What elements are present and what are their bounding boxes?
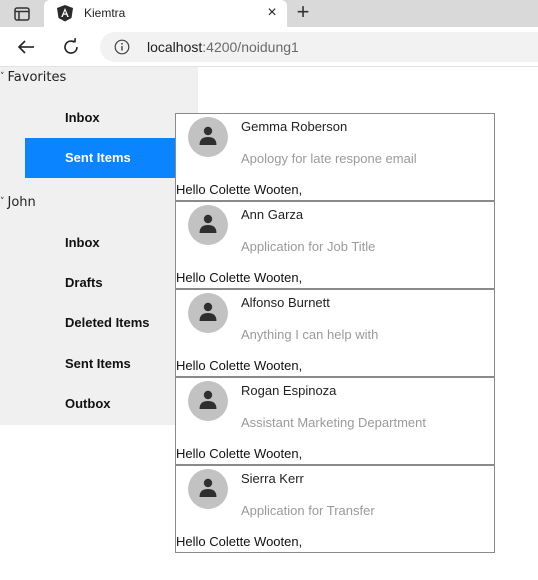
browser-tab[interactable]: Kiemtra ×: [44, 0, 287, 27]
group-favorites[interactable]: ˅ Favorites: [0, 70, 66, 85]
person-icon: [199, 478, 217, 497]
browser-toolbar: localhost:4200/noidung1: [0, 27, 538, 67]
url-text: localhost:4200/noidung1: [147, 39, 299, 55]
url-path: :4200/noidung1: [202, 39, 299, 55]
email-list-item[interactable]: Ann Garza Application for Job Title Hell…: [175, 201, 495, 289]
email-sender: Gemma Roberson: [241, 119, 348, 134]
person-icon: [199, 302, 217, 321]
avatar: [188, 293, 228, 333]
group-john[interactable]: ˅ John: [0, 195, 36, 210]
avatar: [188, 381, 228, 421]
email-list-item[interactable]: Rogan Espinoza Assistant Marketing Depar…: [175, 377, 495, 465]
group-label: John: [7, 195, 36, 210]
folder-item-favorites-sent-items[interactable]: Sent Items: [25, 138, 200, 178]
info-icon[interactable]: [114, 39, 130, 55]
person-icon: [199, 214, 217, 233]
url-host: localhost: [147, 39, 203, 55]
angular-logo-icon: [56, 4, 74, 22]
email-preview: Hello Colette Wooten,: [176, 446, 303, 461]
folder-label: Outbox: [65, 396, 111, 411]
avatar: [188, 205, 228, 245]
back-arrow-icon[interactable]: [14, 35, 38, 59]
avatar: [188, 469, 228, 509]
tab-strip: Kiemtra × +: [0, 0, 538, 27]
folder-item-john-inbox[interactable]: Inbox: [25, 223, 200, 263]
email-preview: Hello Colette Wooten,: [176, 534, 303, 549]
folder-item-john-drafts[interactable]: Drafts: [25, 263, 200, 303]
reload-icon[interactable]: [59, 35, 83, 59]
email-subject: Assistant Marketing Department: [241, 415, 426, 430]
folder-item-john-deleted-items[interactable]: Deleted Items: [25, 303, 200, 343]
chevron-down-icon: ˅: [0, 197, 5, 207]
email-list-item[interactable]: Gemma Roberson Apology for late respone …: [175, 113, 495, 201]
folder-label: Drafts: [65, 275, 103, 290]
person-icon: [199, 126, 217, 145]
folder-item-favorites-inbox[interactable]: Inbox: [25, 98, 200, 138]
folder-label: Inbox: [65, 235, 100, 250]
email-preview: Hello Colette Wooten,: [176, 270, 303, 285]
email-sender: Rogan Espinoza: [241, 383, 337, 398]
plus-icon[interactable]: +: [292, 1, 314, 24]
email-subject: Apology for late respone email: [241, 151, 417, 166]
folder-sidebar: ˅ Favorites Inbox Sent Items ˅ John Inbox …: [0, 67, 200, 425]
group-label: Favorites: [7, 70, 67, 85]
folder-label: Deleted Items: [65, 315, 150, 330]
email-sender: Alfonso Burnett: [241, 295, 330, 310]
folder-item-john-outbox[interactable]: Outbox: [25, 384, 200, 424]
folder-label: Inbox: [65, 110, 100, 125]
email-list-item[interactable]: Alfonso Burnett Anything I can help with…: [175, 289, 495, 377]
tab-title: Kiemtra: [84, 6, 126, 20]
email-sender: Ann Garza: [241, 207, 304, 222]
email-list-item[interactable]: Sierra Kerr Application for Transfer Hel…: [175, 465, 495, 553]
address-bar[interactable]: localhost:4200/noidung1: [100, 32, 538, 62]
email-sender: Sierra Kerr: [241, 471, 304, 486]
email-subject: Application for Transfer: [241, 503, 375, 518]
email-subject: Application for Job Title: [241, 239, 376, 254]
email-preview: Hello Colette Wooten,: [176, 182, 303, 197]
folder-label: Sent Items: [65, 356, 131, 371]
chevron-down-icon: ˅: [0, 72, 5, 82]
email-subject: Anything I can help with: [241, 327, 379, 342]
email-preview: Hello Colette Wooten,: [176, 358, 303, 373]
avatar: [188, 117, 228, 157]
folder-label: Sent Items: [65, 150, 131, 165]
person-icon: [199, 390, 217, 409]
folder-item-john-sent-items[interactable]: Sent Items: [25, 344, 200, 384]
window-icon[interactable]: [8, 4, 36, 24]
close-icon[interactable]: ×: [263, 4, 281, 22]
